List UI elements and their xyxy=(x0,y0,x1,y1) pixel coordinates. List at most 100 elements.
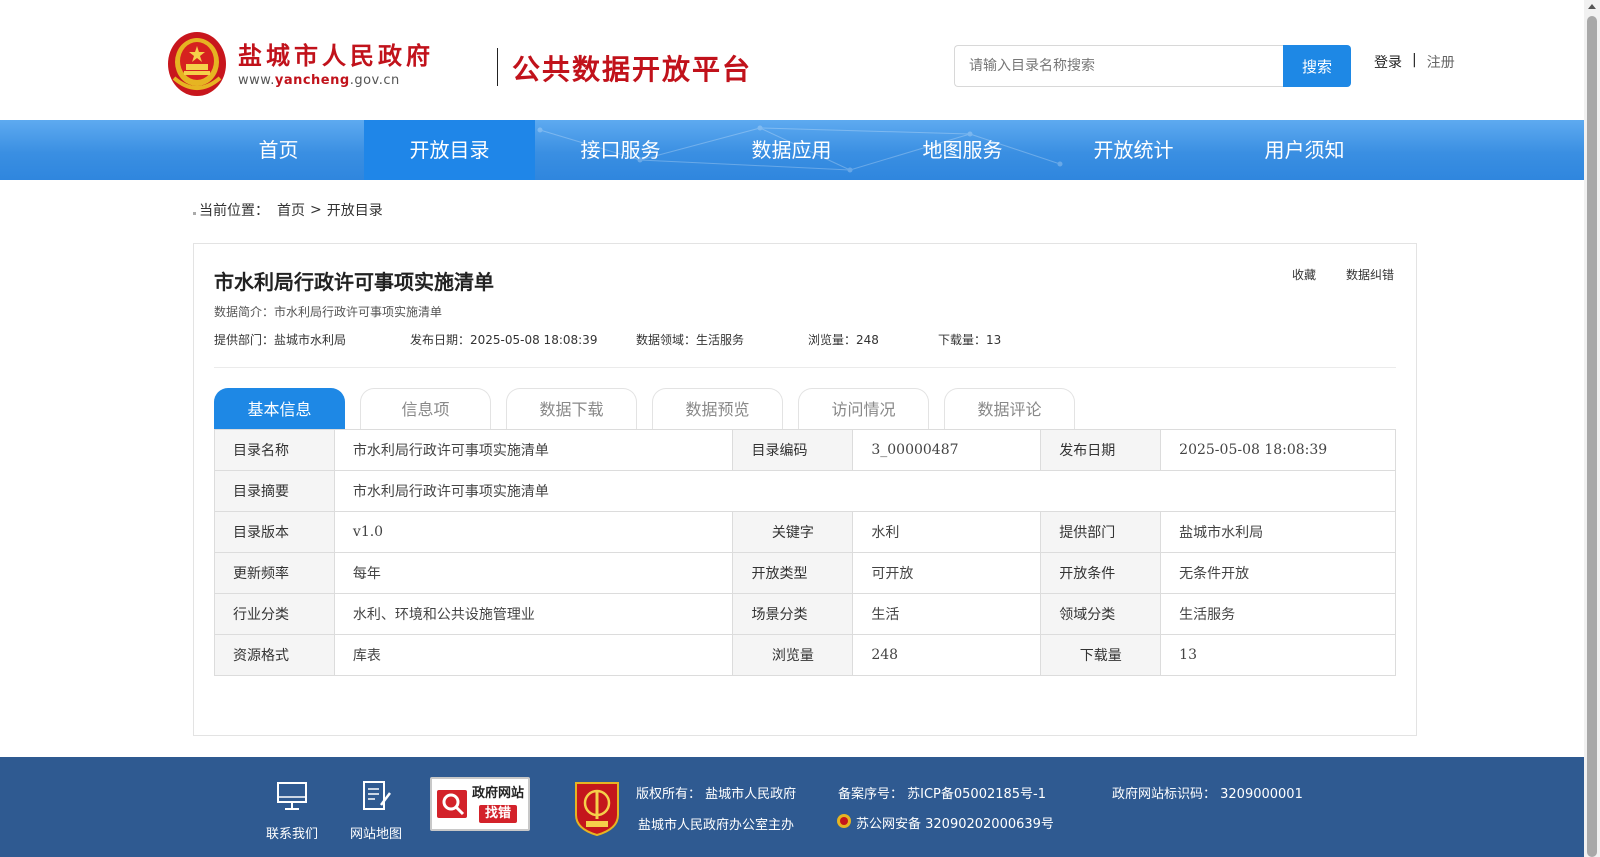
table-row: 目录版本 v1.0 关键字 水利 提供部门 盐城市水利局 xyxy=(214,511,1396,553)
field-label: 更新频率 xyxy=(214,552,335,594)
field-value: 水利 xyxy=(852,511,1042,553)
footer-host: 盐城市人民政府办公室主办 xyxy=(638,818,795,833)
breadcrumb-current[interactable]: 开放目录 xyxy=(327,200,383,220)
dataset-detail-card: 市水利局行政许可事项实施清单 收藏 数据纠错 数据简介：市水利局行政许可事项实施… xyxy=(193,243,1417,736)
detail-tabs: 基本信息 信息项 数据下载 数据预览 访问情况 数据评论 xyxy=(214,388,1075,429)
field-value: 盐城市水利局 xyxy=(1160,511,1396,553)
field-value: 无条件开放 xyxy=(1160,552,1396,594)
table-row: 目录摘要 市水利局行政许可事项实施清单 xyxy=(214,470,1397,512)
breadcrumb-label: 当前位置： xyxy=(199,203,269,219)
breadcrumb-home[interactable]: 首页 xyxy=(277,200,305,220)
police-badge-icon xyxy=(837,814,851,828)
auth-links: 登录 | 注册 xyxy=(1374,52,1455,72)
footer-police-link[interactable]: 苏公网安备 32090202000639号 xyxy=(856,813,1054,832)
field-value: 水利、环境和公共设施管理业 xyxy=(333,593,734,635)
tab-access[interactable]: 访问情况 xyxy=(798,388,929,429)
favorite-button[interactable]: 收藏 xyxy=(1292,266,1316,283)
basic-info-table: 目录名称 市水利局行政许可事项实施清单 目录编码 3_00000487 发布日期… xyxy=(214,429,1397,676)
field-label: 浏览量 xyxy=(732,634,854,676)
meta-date: 发布日期：2025-05-08 18:08:39 xyxy=(410,333,598,347)
breadcrumb-separator: > xyxy=(310,202,322,218)
nav-item-map[interactable]: 地图服务 xyxy=(877,120,1048,180)
dataset-description: 数据简介：市水利局行政许可事项实施清单 xyxy=(214,305,443,319)
footer-contact[interactable]: 联系我们 xyxy=(266,779,318,842)
gov-website-error-badge[interactable]: 政府网站 找错 xyxy=(430,777,530,831)
logo-title: 盐城市人民政府 xyxy=(238,41,434,70)
card-actions: 收藏 数据纠错 xyxy=(1292,266,1394,283)
field-label: 场景分类 xyxy=(732,593,854,635)
scroll-up-arrow-icon[interactable] xyxy=(1588,4,1596,9)
field-label: 发布日期 xyxy=(1040,429,1162,471)
field-label: 目录名称 xyxy=(214,429,335,471)
auth-separator: | xyxy=(1412,52,1417,68)
gov-badge-line1: 政府网站 xyxy=(472,786,525,801)
field-value: v1.0 xyxy=(333,511,734,553)
table-row: 行业分类 水利、环境和公共设施管理业 场景分类 生活 领域分类 生活服务 xyxy=(214,593,1396,635)
party-emblem-icon[interactable] xyxy=(572,779,622,837)
register-link[interactable]: 注册 xyxy=(1427,52,1455,72)
site-header: 盐城市人民政府 www.yancheng.gov.cn 公共数据开放平台 搜索 … xyxy=(0,0,1584,120)
nav-item-home[interactable]: 首页 xyxy=(193,120,364,180)
nav-item-stats[interactable]: 开放统计 xyxy=(1048,120,1219,180)
dataset-title: 市水利局行政许可事项实施清单 xyxy=(214,270,494,294)
field-label: 领域分类 xyxy=(1040,593,1162,635)
footer-sitemap-label: 网站地图 xyxy=(350,827,403,842)
tab-info-items[interactable]: 信息项 xyxy=(360,388,491,429)
field-label: 目录编码 xyxy=(732,429,854,471)
card-divider xyxy=(214,367,1396,368)
nav-item-notice[interactable]: 用户须知 xyxy=(1219,120,1390,180)
field-value: 生活服务 xyxy=(1160,593,1396,635)
login-link[interactable]: 登录 xyxy=(1374,52,1402,72)
field-value: 库表 xyxy=(333,634,734,676)
footer-copyright: 版权所有： 盐城市人民政府 xyxy=(636,787,797,802)
meta-views: 浏览量：248 xyxy=(808,333,879,347)
field-label: 目录版本 xyxy=(214,511,335,553)
field-value: 生活 xyxy=(852,593,1042,635)
field-label: 开放条件 xyxy=(1040,552,1162,594)
table-row: 资源格式 库表 浏览量 248 下载量 13 xyxy=(214,634,1396,676)
field-value: 每年 xyxy=(333,552,734,594)
search-input[interactable] xyxy=(954,45,1284,87)
field-value: 2025-05-08 18:08:39 xyxy=(1160,429,1396,471)
tab-comments[interactable]: 数据评论 xyxy=(944,388,1075,429)
breadcrumb: 当前位置： 首页 > 开放目录 xyxy=(193,200,383,220)
meta-domain: 数据领域：生活服务 xyxy=(636,333,745,347)
field-label: 下载量 xyxy=(1040,634,1162,676)
nav-item-catalog[interactable]: 开放目录 xyxy=(364,120,535,180)
national-emblem-icon xyxy=(166,26,228,98)
nav-item-apps[interactable]: 数据应用 xyxy=(706,120,877,180)
table-row: 目录名称 市水利局行政许可事项实施清单 目录编码 3_00000487 发布日期… xyxy=(214,429,1396,471)
field-label: 关键字 xyxy=(732,511,854,553)
document-edit-icon xyxy=(363,781,391,810)
scrollbar-thumb[interactable] xyxy=(1587,16,1597,857)
field-value: 248 xyxy=(852,634,1042,676)
field-value: 市水利局行政许可事项实施清单 xyxy=(333,429,734,471)
nav-item-api[interactable]: 接口服务 xyxy=(535,120,706,180)
platform-title: 公共数据开放平台 xyxy=(512,53,753,86)
footer-contact-label: 联系我们 xyxy=(266,827,319,842)
tab-basic-info[interactable]: 基本信息 xyxy=(214,388,345,429)
field-label: 开放类型 xyxy=(732,552,854,594)
page-scrollbar[interactable] xyxy=(1584,0,1600,857)
field-label: 提供部门 xyxy=(1040,511,1162,553)
field-label: 目录摘要 xyxy=(214,470,335,512)
site-footer: 联系我们 网站地图 政府网站 找错 版权所有： 盐城市人民政府 盐城市人民政府办… xyxy=(0,757,1584,857)
meta-dept: 提供部门：盐城市水利局 xyxy=(214,333,347,347)
field-value: 可开放 xyxy=(852,552,1042,594)
footer-icp-link[interactable]: 备案序号： 苏ICP备05002185号-1 xyxy=(838,783,1046,802)
logo-url: www.yancheng.gov.cn xyxy=(238,73,400,88)
breadcrumb-bullet-icon xyxy=(193,211,196,215)
field-value: 3_00000487 xyxy=(852,429,1042,471)
monitor-icon xyxy=(277,782,307,810)
tab-data-download[interactable]: 数据下载 xyxy=(506,388,637,429)
footer-sitemap[interactable]: 网站地图 xyxy=(350,779,402,842)
data-correction-button[interactable]: 数据纠错 xyxy=(1346,266,1394,283)
search-button[interactable]: 搜索 xyxy=(1283,45,1351,87)
field-value: 13 xyxy=(1160,634,1396,676)
magnifier-icon xyxy=(437,790,467,818)
field-label: 资源格式 xyxy=(214,634,335,676)
tab-data-preview[interactable]: 数据预览 xyxy=(652,388,783,429)
main-nav: 首页 开放目录 接口服务 数据应用 地图服务 开放统计 用户须知 xyxy=(0,120,1584,180)
site-logo[interactable]: 盐城市人民政府 www.yancheng.gov.cn xyxy=(166,24,466,100)
footer-site-code: 政府网站标识码： 3209000001 xyxy=(1112,787,1303,802)
